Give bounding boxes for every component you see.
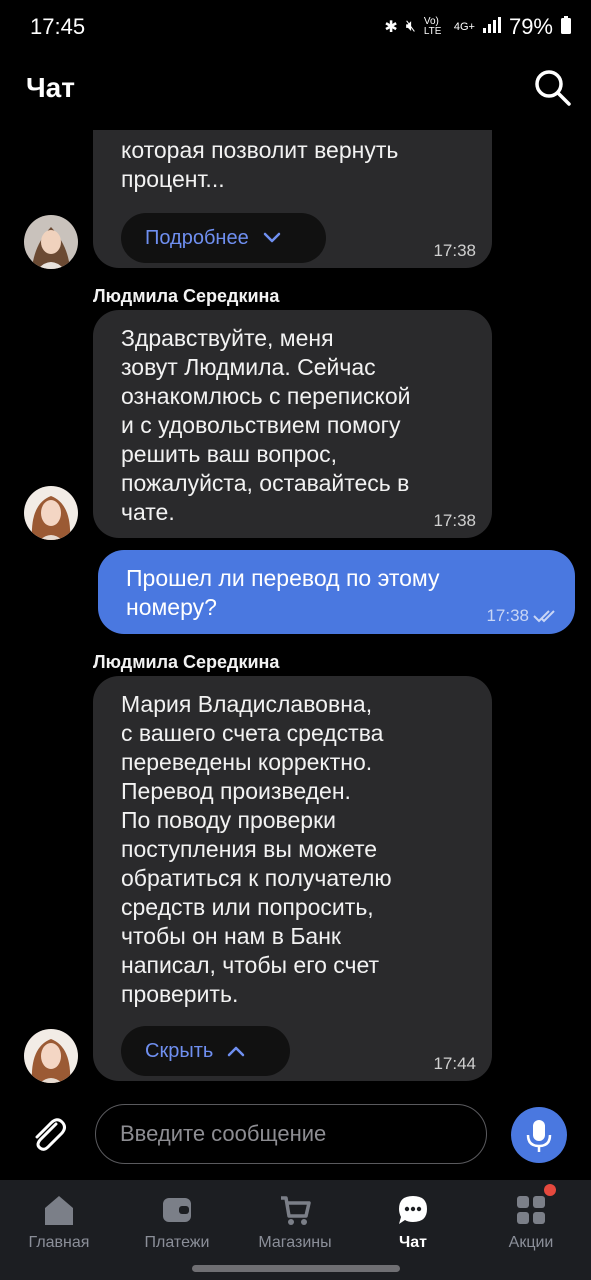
tab-label: Чат [399, 1234, 427, 1251]
tab-label: Акции [508, 1234, 554, 1251]
hide-button-label: Скрыть [145, 1039, 214, 1062]
battery-percent: 79% [508, 14, 553, 39]
sender-name: Людмила Середкина [93, 652, 280, 672]
message-bubble-incoming: Здравствуйте, меня зовут Людмила. Сейчас… [93, 310, 492, 538]
status-bar: 17:45 ✱ 🔇︎ Vo) LTE 4G+ 79% [0, 0, 591, 56]
chat-icon [399, 1196, 427, 1224]
status-time: 17:45 [30, 14, 86, 39]
home-indicator [192, 1265, 400, 1272]
avatar-operator [24, 486, 78, 540]
chat-messages[interactable]: которая позволит вернуть процент... Подр… [0, 130, 591, 1090]
status-icons: ✱ 🔇︎ Vo) LTE 4G+ 79% [384, 14, 571, 40]
voice-message-button[interactable] [511, 1107, 567, 1163]
message-time: 17:38 [433, 511, 476, 530]
message-time: 17:38 [486, 606, 529, 625]
page-title: Чат [26, 72, 75, 103]
chevron-up-icon [228, 1046, 245, 1057]
message-bubble-incoming: которая позволит вернуть процент... Подр… [93, 130, 492, 268]
avatar-assistant [24, 215, 78, 269]
message-input-placeholder: Введите сообщение [120, 1121, 327, 1146]
tab-promotions[interactable]: Акции [472, 1180, 590, 1260]
tab-home[interactable]: Главная [0, 1180, 118, 1260]
message-text: Прошел ли перевод по этому номеру? [126, 565, 440, 620]
bluetooth-icon: ✱ [384, 19, 398, 36]
notification-badge [544, 1184, 556, 1196]
signal-icon [482, 16, 501, 38]
battery-icon [561, 15, 571, 39]
attach-button[interactable] [26, 1112, 70, 1156]
tab-shops[interactable]: Магазины [236, 1180, 354, 1260]
chat-header: Чат [0, 56, 591, 130]
avatar-operator [24, 1029, 78, 1083]
more-button-label: Подробнее [145, 226, 249, 249]
message-text: которая позволит вернуть процент... [121, 137, 399, 192]
grid-icon [517, 1196, 545, 1224]
message-time: 17:38 [433, 241, 476, 260]
volte-icon: Vo) LTE [423, 16, 442, 37]
message-bubble-outgoing: Прошел ли перевод по этому номеру? 17:38 [98, 550, 575, 634]
search-icon [535, 70, 571, 106]
cart-icon [281, 1196, 311, 1225]
microphone-icon [526, 1120, 552, 1152]
tab-payments[interactable]: Платежи [118, 1180, 236, 1260]
wallet-icon [163, 1198, 191, 1222]
message-text: Здравствуйте, меня зовут Людмила. Сейчас… [121, 325, 411, 525]
search-button[interactable] [533, 68, 573, 108]
more-button[interactable]: Подробнее [121, 213, 326, 263]
message-input[interactable]: Введите сообщение [95, 1104, 487, 1164]
hide-button[interactable]: Скрыть [121, 1026, 290, 1076]
message-time: 17:44 [433, 1054, 476, 1073]
network-4g-icon: 4G+ [453, 21, 475, 33]
sender-name: Людмила Середкина [93, 286, 280, 306]
message-bubble-incoming: Мария Владиславовна, с вашего счета сред… [93, 676, 492, 1081]
tab-label: Платежи [144, 1234, 210, 1251]
tab-label: Главная [28, 1234, 90, 1251]
home-icon [45, 1196, 73, 1225]
tab-chat[interactable]: Чат [354, 1180, 472, 1260]
paperclip-icon [35, 1118, 66, 1151]
message-composer: Введите сообщение [0, 1090, 591, 1180]
double-check-icon [533, 610, 555, 623]
chevron-down-icon [263, 232, 280, 243]
mute-icon: 🔇︎ [405, 18, 416, 35]
message-text: Мария Владиславовна, с вашего счета сред… [121, 691, 392, 1007]
tab-label: Магазины [258, 1234, 332, 1251]
